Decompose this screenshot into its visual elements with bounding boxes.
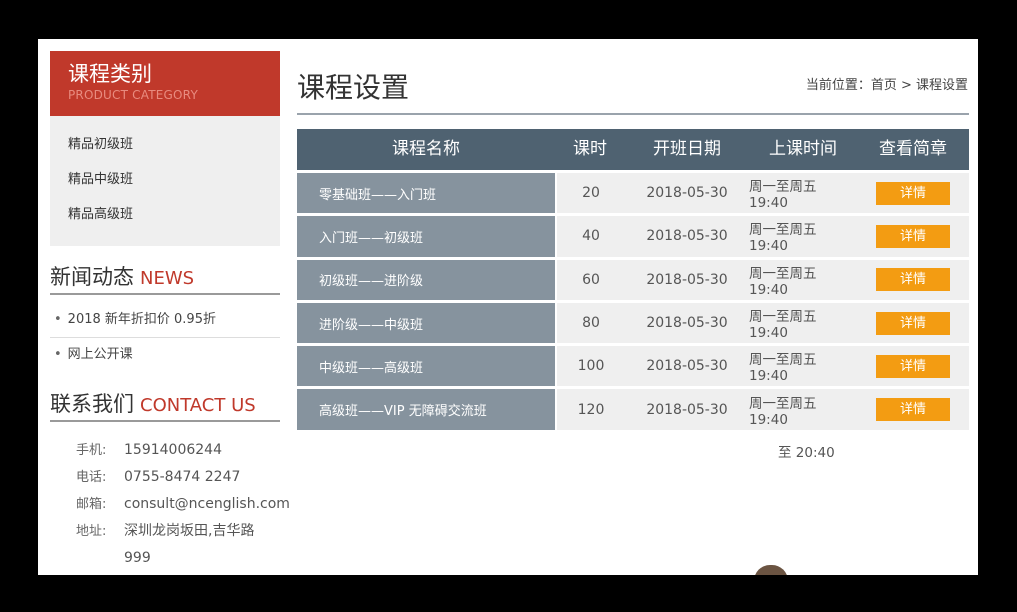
column-header-hours: 课时 xyxy=(573,139,607,159)
contact-key: 手机: xyxy=(76,443,107,458)
details-button[interactable]: 详情 xyxy=(876,311,950,335)
course-name: 中级班——高级班 xyxy=(297,346,555,387)
news-list: • 2018 新年折扣价 0.95折 • 网上公开课 xyxy=(50,303,280,373)
brochure-cell: 详情 xyxy=(857,389,969,430)
course-hours: 100 xyxy=(557,346,625,387)
contact-row-email: 邮箱: consult@ncenglish.com xyxy=(50,491,290,518)
news-item-label: 网上公开课 xyxy=(67,347,133,362)
course-name: 初级班——进阶级 xyxy=(297,259,555,300)
column-header-start-date: 开班日期 xyxy=(653,139,721,159)
contact-title-cn: 联系我们 xyxy=(50,392,134,416)
contact-row-mobile: 手机: 15914006244 xyxy=(50,437,280,464)
course-time: 周一至周五 19:40 xyxy=(749,302,857,344)
news-title-en: NEWS xyxy=(140,268,195,289)
contact-info: 手机: 15914006244 电话: 0755-8474 2247 邮箱: cons… xyxy=(50,437,290,575)
details-button[interactable]: 详情 xyxy=(876,354,950,378)
course-date: 2018-05-30 xyxy=(625,302,749,344)
brochure-cell: 详情 xyxy=(857,259,969,300)
device-frame: 课程类别 PRODUCT CATEGORY 精品初级班 精品中级班 精品高级班 … xyxy=(0,0,1017,612)
contact-value: 路 xyxy=(124,572,280,575)
brochure-cell: 详情 xyxy=(857,302,969,344)
course-hours: 60 xyxy=(557,259,625,300)
title-divider xyxy=(297,113,969,115)
category-title: 课程类别 xyxy=(68,62,152,86)
news-title-cn: 新闻动态 xyxy=(50,265,134,289)
overflow-time-text: 至 20:40 xyxy=(778,445,835,461)
table-row: 零基础班——入门班 20 2018-05-30 周一至周五 19:40 详情 xyxy=(297,170,969,214)
details-button[interactable]: 详情 xyxy=(876,398,950,422)
bullet-icon: • xyxy=(54,312,62,327)
table-row: 初级班——进阶级 60 2018-05-30 周一至周五 19:40 详情 xyxy=(297,256,969,300)
contact-title-en: CONTACT US xyxy=(140,395,256,416)
table-row: 入门班——初级班 40 2018-05-30 周一至周五 19:40 详情 xyxy=(297,213,969,257)
browser-viewport: 课程类别 PRODUCT CATEGORY 精品初级班 精品中级班 精品高级班 … xyxy=(38,39,978,575)
contact-key: 电话: xyxy=(76,470,107,485)
category-item-intermediate[interactable]: 精品中级班 xyxy=(50,171,280,206)
decorative-figure-image xyxy=(754,565,788,575)
course-name: 零基础班——入门班 xyxy=(297,173,555,214)
contact-section-header: 联系我们 CONTACT US xyxy=(50,388,280,422)
course-hours: 80 xyxy=(557,302,625,344)
contact-row-phone: 电话: 0755-8474 2247 xyxy=(50,464,280,491)
course-date: 2018-05-30 xyxy=(625,346,749,387)
category-list: 精品初级班 精品中级班 精品高级班 xyxy=(50,116,280,246)
course-name: 高级班——VIP 无障碍交流班 xyxy=(297,389,555,430)
bullet-icon: • xyxy=(54,347,62,362)
course-time: 周一至周五 19:40 xyxy=(749,259,857,300)
details-button[interactable]: 详情 xyxy=(876,181,950,205)
brochure-cell: 详情 xyxy=(857,346,969,387)
course-hours: 40 xyxy=(557,216,625,257)
course-time: 周一至周五 19:40 xyxy=(749,216,857,257)
course-hours: 120 xyxy=(557,389,625,430)
table-row: 中级班——高级班 100 2018-05-30 周一至周五 19:40 详情 xyxy=(297,343,969,387)
course-hours: 20 xyxy=(557,173,625,214)
breadcrumb[interactable]: 当前位置：首页 > 课程设置 xyxy=(806,74,968,93)
course-date: 2018-05-30 xyxy=(625,216,749,257)
course-table-body: 零基础班——入门班 20 2018-05-30 周一至周五 19:40 详情 入… xyxy=(297,170,969,430)
course-time: 周一至周五 19:40 xyxy=(749,389,857,430)
course-date: 2018-05-30 xyxy=(625,173,749,214)
contact-row-address-cont: 路 xyxy=(50,572,280,575)
details-button[interactable]: 详情 xyxy=(876,268,950,292)
course-table-header: 课程名称 课时 开班日期 上课时间 查看简章 xyxy=(297,129,969,170)
news-section-header: 新闻动态 NEWS xyxy=(50,261,280,295)
course-date: 2018-05-30 xyxy=(625,259,749,300)
category-item-advanced[interactable]: 精品高级班 xyxy=(50,206,280,241)
table-row: 进阶级——中级班 80 2018-05-30 周一至周五 19:40 详情 xyxy=(297,299,969,344)
category-subtitle: PRODUCT CATEGORY xyxy=(68,88,198,102)
details-button[interactable]: 详情 xyxy=(876,224,950,248)
news-item-label: 2018 新年折扣价 0.95折 xyxy=(67,312,216,327)
contact-key xyxy=(50,572,124,575)
brochure-cell: 详情 xyxy=(857,173,969,214)
contact-value: 深圳龙岗坂田,吉华路999 xyxy=(124,523,255,566)
contact-row-address: 地址: 深圳龙岗坂田,吉华路999 xyxy=(50,518,280,572)
page-title: 课程设置 xyxy=(297,71,410,104)
contact-key: 地址: xyxy=(76,524,107,539)
contact-value: 15914006244 xyxy=(124,442,222,458)
contact-key: 邮箱: xyxy=(76,497,107,512)
news-item[interactable]: • 2018 新年折扣价 0.95折 xyxy=(50,303,280,338)
contact-value: 0755-8474 2247 xyxy=(124,469,241,485)
course-date: 2018-05-30 xyxy=(625,389,749,430)
course-time: 周一至周五 19:40 xyxy=(749,346,857,387)
news-item[interactable]: • 网上公开课 xyxy=(50,338,280,373)
course-name: 入门班——初级班 xyxy=(297,216,555,257)
category-header: 课程类别 PRODUCT CATEGORY xyxy=(50,51,280,116)
course-name: 进阶级——中级班 xyxy=(297,302,555,344)
column-header-course-name: 课程名称 xyxy=(392,139,460,159)
course-time: 周一至周五 19:40 xyxy=(749,173,857,214)
contact-value[interactable]: consult@ncenglish.com xyxy=(124,491,290,518)
column-header-class-time: 上课时间 xyxy=(769,139,837,159)
category-item-elementary[interactable]: 精品初级班 xyxy=(50,136,280,171)
table-row: 高级班——VIP 无障碍交流班 120 2018-05-30 周一至周五 19:… xyxy=(297,386,969,430)
column-header-brochure: 查看简章 xyxy=(879,139,947,159)
brochure-cell: 详情 xyxy=(857,216,969,257)
